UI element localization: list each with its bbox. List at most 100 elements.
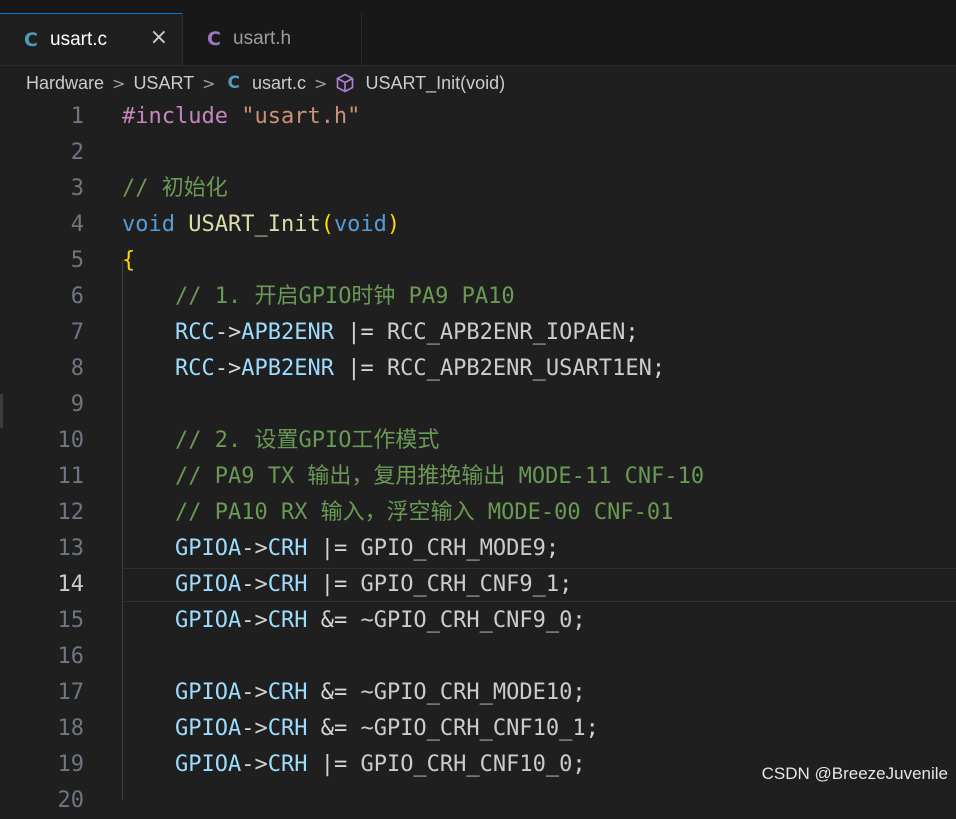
code-token: #include xyxy=(122,104,242,129)
code-token: &= xyxy=(307,608,361,633)
code-token: |= xyxy=(307,572,361,597)
code-token: CRH xyxy=(267,536,308,561)
code-token: ; xyxy=(572,680,586,705)
line-number: 3 xyxy=(70,176,84,201)
tab-usart-h[interactable]: C usart.h xyxy=(182,13,362,65)
code-line[interactable]: 15 GPIOA->CRH &= ~GPIO_CRH_CNF9_0; xyxy=(0,603,956,639)
breadcrumb-item-hardware[interactable]: Hardware xyxy=(26,73,104,94)
code-token: -> xyxy=(241,572,268,597)
code-token: |= xyxy=(307,752,361,777)
code-token: // PA10 RX 输入，浮空输入 MODE-00 CNF-01 xyxy=(174,500,674,525)
code-token: GPIO_CRH_CNF10_0 xyxy=(360,752,573,777)
line-number: 1 xyxy=(70,104,84,129)
code-line[interactable]: 5{ xyxy=(0,243,956,279)
code-token: CRH xyxy=(267,752,308,777)
code-token: GPIOA xyxy=(174,680,242,705)
code-token: // 2. 设置GPIO工作模式 xyxy=(174,428,440,453)
line-number: 15 xyxy=(57,608,85,633)
code-text: // 1. 开启GPIO时钟 PA9 PA10 xyxy=(122,279,515,315)
code-token: ~GPIO_CRH_MODE10 xyxy=(360,680,573,705)
code-line[interactable]: 12 // PA10 RX 输入，浮空输入 MODE-00 CNF-01 xyxy=(0,495,956,531)
code-token: -> xyxy=(241,752,268,777)
code-line[interactable]: 4 void USART_Init(void) xyxy=(0,207,956,243)
code-token: |= xyxy=(333,356,387,381)
line-number: 20 xyxy=(57,788,85,813)
code-token: -> xyxy=(241,608,268,633)
code-token: -> xyxy=(241,716,268,741)
code-line[interactable]: 20 xyxy=(0,783,956,819)
code-line[interactable]: 16 xyxy=(0,639,956,675)
c-file-icon: C xyxy=(207,28,221,50)
line-number: 16 xyxy=(57,644,85,669)
line-number: 17 xyxy=(57,680,85,705)
code-token: // PA9 TX 输出，复用推挽输出 MODE-11 CNF-10 xyxy=(174,464,705,489)
code-line[interactable]: 10 // 2. 设置GPIO工作模式 xyxy=(0,423,956,459)
code-token: ; xyxy=(572,752,586,777)
code-token: CRH xyxy=(267,680,308,705)
code-line[interactable]: 7 RCC->APB2ENR |= RCC_APB2ENR_IOPAEN; xyxy=(0,315,956,351)
code-token: -> xyxy=(214,356,242,381)
code-token: ; xyxy=(625,320,639,345)
code-line[interactable]: 1 #include "usart.h" xyxy=(0,99,956,135)
code-token: ; xyxy=(545,536,560,561)
code-token: GPIOA xyxy=(174,536,242,561)
code-token: GPIO_CRH_MODE9 xyxy=(360,536,546,561)
code-token: ~GPIO_CRH_CNF9_0 xyxy=(360,608,573,633)
code-text: { xyxy=(122,243,135,279)
code-line[interactable]: 11 // PA9 TX 输出，复用推挽输出 MODE-11 CNF-10 xyxy=(0,459,956,495)
code-token: APB2ENR xyxy=(241,320,334,345)
code-line[interactable]: 18 GPIOA->CRH &= ~GPIO_CRH_CNF10_1; xyxy=(0,711,956,747)
code-token: RCC_APB2ENR_IOPAEN xyxy=(386,320,626,345)
code-token: GPIOA xyxy=(174,716,242,741)
tab-usart-c[interactable]: C usart.c × xyxy=(0,13,182,65)
line-number: 6 xyxy=(70,284,84,309)
line-number: 19 xyxy=(57,752,85,777)
code-line[interactable]: 6 // 1. 开启GPIO时钟 PA9 PA10 xyxy=(0,279,956,315)
code-line[interactable]: 9 xyxy=(0,387,956,423)
code-token: ) xyxy=(386,212,401,237)
line-number: 12 xyxy=(57,500,85,525)
code-line[interactable]: 3 // 初始化 xyxy=(0,171,956,207)
line-number: 2 xyxy=(70,140,84,165)
code-text: // 初始化 xyxy=(122,171,228,207)
code-token: ~GPIO_CRH_CNF10_1 xyxy=(360,716,586,741)
tab-label: usart.c xyxy=(50,28,108,50)
code-line[interactable]: 13 GPIOA->CRH |= GPIO_CRH_MODE9; xyxy=(0,531,956,567)
code-token: -> xyxy=(241,536,268,561)
line-number: 7 xyxy=(70,320,84,345)
cube-method-icon xyxy=(337,73,354,93)
code-line[interactable]: 14 GPIOA->CRH |= GPIO_CRH_CNF9_1; xyxy=(0,567,956,603)
line-number: 14 xyxy=(57,572,85,597)
code-text: GPIOA->CRH |= GPIO_CRH_MODE9; xyxy=(122,531,559,567)
editor-tab-bar: C usart.c × C usart.h xyxy=(0,0,956,66)
code-line[interactable]: 17 GPIOA->CRH &= ~GPIO_CRH_MODE10; xyxy=(0,675,956,711)
code-text: GPIOA->CRH &= ~GPIO_CRH_MODE10; xyxy=(122,675,586,711)
close-icon[interactable]: × xyxy=(150,27,168,49)
code-token: RCC_APB2ENR_USART1EN xyxy=(386,356,652,381)
breadcrumb-item-file[interactable]: usart.c xyxy=(252,73,306,94)
breadcrumb-item-symbol[interactable]: USART_Init(void) xyxy=(365,73,505,94)
code-token: ; xyxy=(572,608,586,633)
code-token: // 初始化 xyxy=(122,176,228,201)
code-editor[interactable]: 1 #include "usart.h" 2 3 // 初始化 4 void USART_I… xyxy=(0,98,956,813)
c-file-icon: C xyxy=(227,73,241,93)
line-number: 11 xyxy=(57,464,85,489)
code-token: GPIOA xyxy=(174,608,242,633)
code-text: GPIOA->CRH &= ~GPIO_CRH_CNF10_1; xyxy=(122,711,599,747)
code-text: // 2. 设置GPIO工作模式 xyxy=(122,423,439,459)
code-line[interactable]: 8 RCC->APB2ENR |= RCC_APB2ENR_USART1EN; xyxy=(0,351,956,387)
breadcrumb-item-usart[interactable]: USART xyxy=(133,73,194,94)
code-token: RCC xyxy=(174,320,215,345)
code-token: -> xyxy=(214,320,242,345)
code-line[interactable]: 2 xyxy=(0,135,956,171)
code-token: void xyxy=(333,212,387,237)
chevron-right-icon: > xyxy=(112,73,126,93)
line-number: 4 xyxy=(70,212,84,237)
